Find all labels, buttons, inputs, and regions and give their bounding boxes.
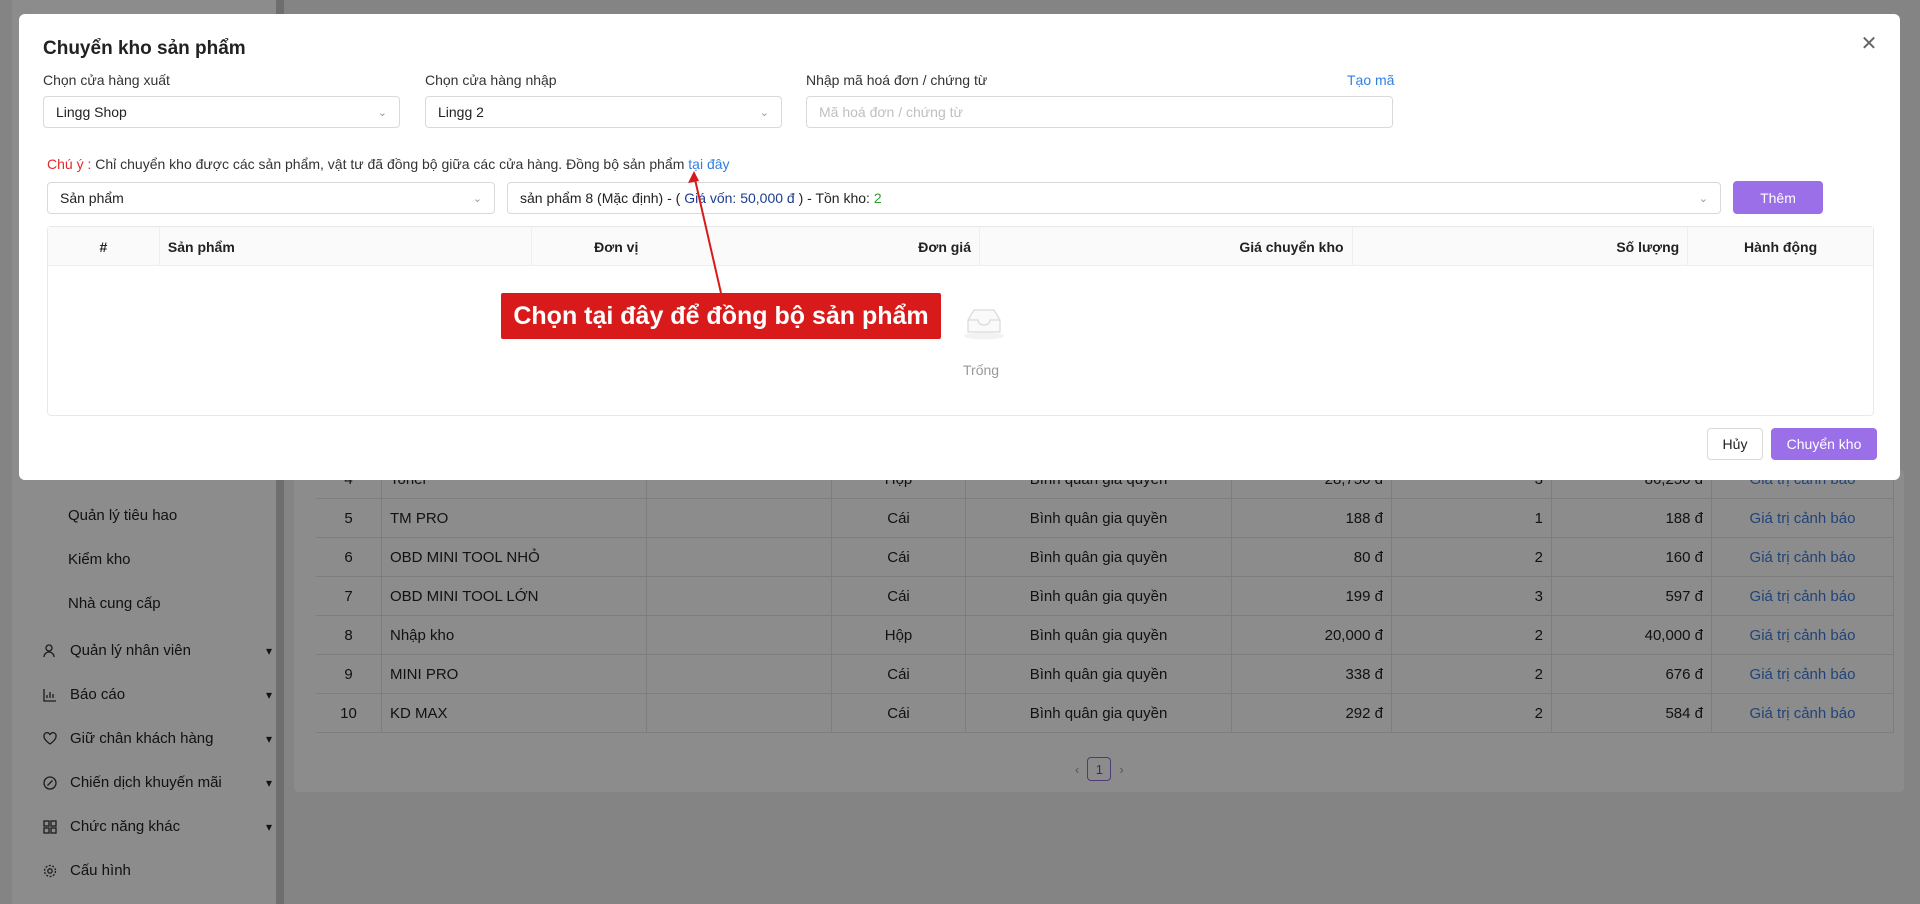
chevron-down-icon: ⌄: [472, 192, 482, 205]
sync-here-link[interactable]: tại đây: [688, 156, 729, 172]
inbox-icon: [962, 306, 1006, 343]
product-cost: Giá vốn: 50,000 đ: [684, 190, 795, 206]
column-price: Đơn giá: [646, 227, 980, 266]
transfer-table: # Sản phẩm Đơn vị Đơn giá Giá chuyển kho…: [47, 226, 1874, 416]
transfer-button[interactable]: Chuyển kho: [1771, 428, 1877, 460]
cancel-button[interactable]: Hủy: [1707, 428, 1763, 460]
product-stock-label: - Tồn kho:: [803, 190, 874, 206]
note-prefix: Chú ý :: [47, 156, 92, 172]
chevron-down-icon: ⌄: [759, 106, 769, 119]
column-quantity: Số lượng: [1353, 227, 1689, 266]
close-icon[interactable]: ✕: [1856, 30, 1882, 56]
product-select[interactable]: sản phẩm 8 (Mặc định) - ( Giá vốn: 50,00…: [507, 182, 1721, 214]
product-stock-value: 2: [873, 190, 882, 206]
product-name: sản phẩm 8 (Mặc định): [520, 190, 664, 206]
generate-code-link[interactable]: Tạo mã: [1347, 72, 1394, 88]
export-store-value: Lingg Shop: [56, 104, 127, 120]
import-store-select[interactable]: Lingg 2 ⌄: [425, 96, 782, 128]
import-store-value: Lingg 2: [438, 104, 484, 120]
empty-text: Trống: [963, 362, 1000, 378]
column-unit: Đơn vị: [594, 238, 639, 255]
column-transfer-price: Giá chuyển kho: [980, 227, 1353, 266]
product-cost-prefix: - (: [663, 190, 685, 206]
table-header: # Sản phẩm Đơn vị Đơn giá Giá chuyển kho…: [48, 227, 1873, 266]
item-type-value: Sản phẩm: [60, 190, 124, 206]
invoice-input[interactable]: [806, 96, 1393, 128]
empty-state: Trống: [48, 266, 1873, 416]
modal-title: Chuyển kho sản phẩm: [43, 38, 246, 59]
column-action: Hành động: [1744, 238, 1818, 255]
note-text: Chỉ chuyển kho được các sản phẩm, vật tư…: [91, 156, 689, 172]
invoice-label: Nhập mã hoá đơn / chứng từ: [806, 72, 988, 88]
product-cost-suffix: ): [794, 190, 804, 206]
item-type-select[interactable]: Sản phẩm ⌄: [47, 182, 495, 214]
chevron-down-icon: ⌄: [1698, 192, 1708, 205]
column-index: #: [48, 227, 160, 266]
sync-note: Chú ý : Chỉ chuyển kho được các sản phẩm…: [47, 156, 730, 172]
export-store-label: Chọn cửa hàng xuất: [43, 72, 170, 88]
chevron-down-icon: ⌄: [377, 106, 387, 119]
annotation-callout: Chọn tại đây để đồng bộ sản phẩm: [501, 293, 941, 339]
column-product: Sản phẩm: [160, 227, 533, 266]
export-store-select[interactable]: Lingg Shop ⌄: [43, 96, 400, 128]
transfer-modal: Chuyển kho sản phẩm ✕ Chọn cửa hàng xuất…: [19, 14, 1900, 480]
add-button[interactable]: Thêm: [1733, 181, 1823, 214]
import-store-label: Chọn cửa hàng nhập: [425, 72, 557, 88]
